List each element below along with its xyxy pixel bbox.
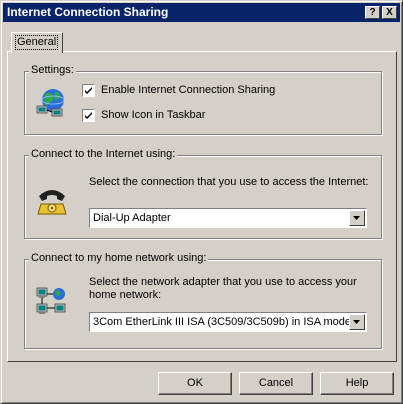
tab-general-label: General <box>15 35 59 50</box>
settings-group-label: Settings: <box>29 64 76 76</box>
ok-button[interactable]: OK <box>158 372 232 395</box>
window-title: Internet Connection Sharing <box>7 5 169 19</box>
help-title-button[interactable]: ? <box>365 6 380 19</box>
telephone-icon <box>37 190 67 215</box>
show-icon-checkbox[interactable] <box>82 109 95 122</box>
home-network-adapter-dropdown-button[interactable] <box>349 314 365 330</box>
home-network-adapter-value: 3Com EtherLink III ISA (3C509/3C509b) in… <box>93 316 352 328</box>
title-bar[interactable]: Internet Connection Sharing ? X <box>3 3 400 22</box>
home-network-prompt-line1: Select the network adapter that you use … <box>89 276 357 288</box>
internet-group: Connect to the Internet using: Select th… <box>24 148 382 239</box>
home-network-icon <box>36 287 66 314</box>
enable-ics-checkbox[interactable] <box>82 84 95 97</box>
show-icon-label[interactable]: Show Icon in Taskbar <box>101 109 205 121</box>
tab-general[interactable]: General <box>11 32 63 53</box>
internet-connection-value: Dial-Up Adapter <box>93 212 171 224</box>
help-button[interactable]: Help <box>320 372 394 395</box>
settings-group: Settings: Enable Internet Connection Sha… <box>24 64 382 135</box>
dialog-window: Internet Connection Sharing ? X General … <box>0 0 403 404</box>
home-network-prompt-line2: home network: <box>89 289 162 301</box>
home-network-group-label: Connect to my home network using: <box>29 252 209 264</box>
dropdown-arrow-icon <box>353 216 360 220</box>
internet-connection-select[interactable]: Dial-Up Adapter <box>89 208 367 228</box>
close-title-button[interactable]: X <box>382 6 397 19</box>
home-network-group: Connect to my home network using: Select… <box>24 252 382 349</box>
dropdown-arrow-icon <box>353 320 360 324</box>
checkmark-icon <box>85 112 92 119</box>
checkmark-icon <box>85 87 92 94</box>
internet-group-label: Connect to the Internet using: <box>29 148 178 160</box>
internet-connection-dropdown-button[interactable] <box>349 210 365 226</box>
globe-network-icon <box>36 89 65 117</box>
cancel-button[interactable]: Cancel <box>239 372 313 395</box>
internet-prompt: Select the connection that you use to ac… <box>89 176 369 188</box>
general-tab-panel: Settings: Enable Internet Connection Sha… <box>7 51 397 362</box>
home-network-adapter-select[interactable]: 3Com EtherLink III ISA (3C509/3C509b) in… <box>89 312 367 332</box>
enable-ics-label[interactable]: Enable Internet Connection Sharing <box>101 84 275 96</box>
